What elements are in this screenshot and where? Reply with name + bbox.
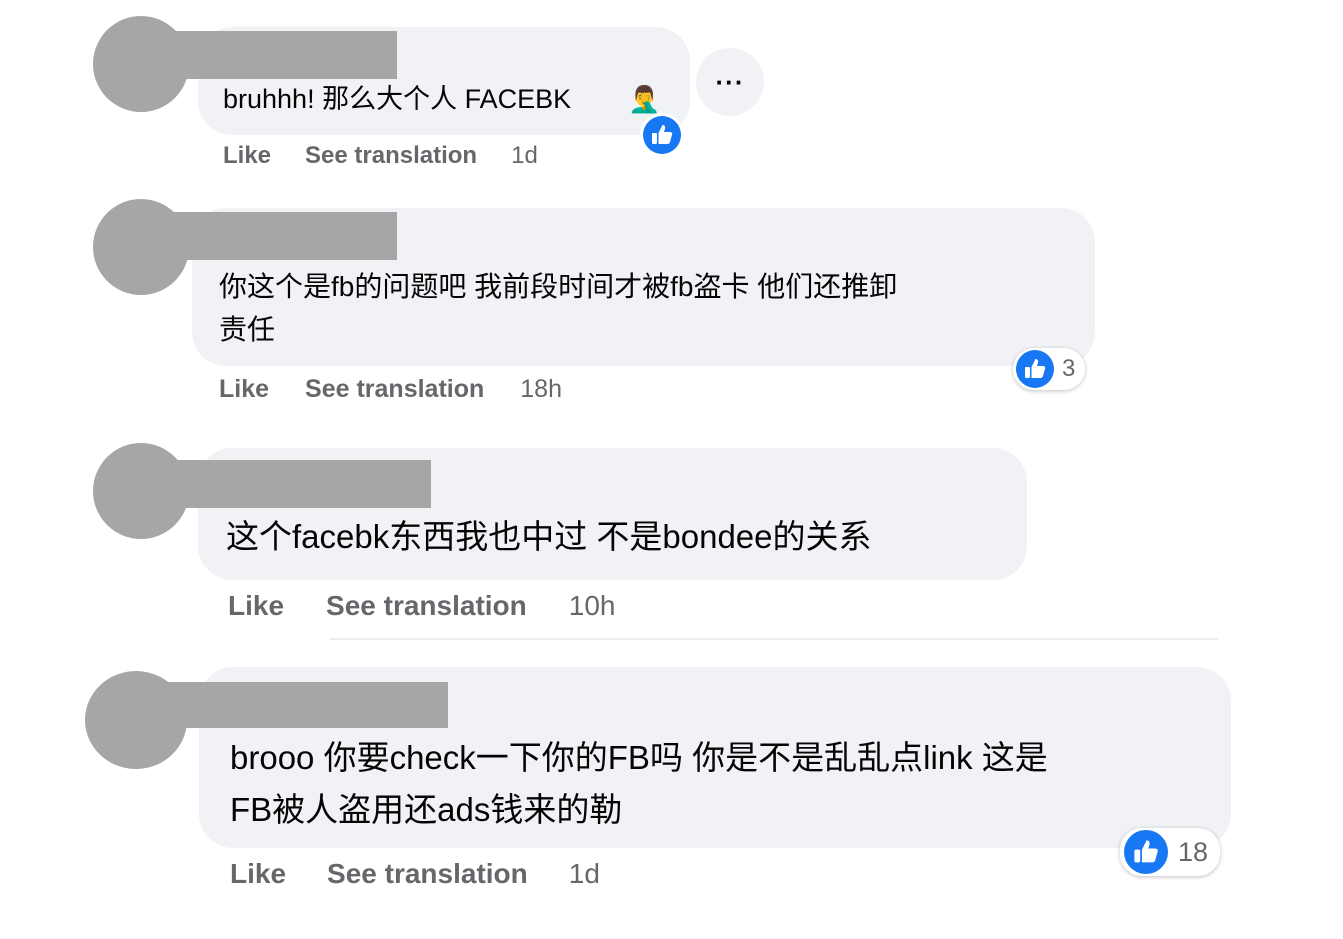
reaction-count[interactable]: 3 [1013, 348, 1086, 390]
author-name-redacted[interactable] [143, 31, 397, 79]
like-button[interactable]: Like [219, 375, 269, 404]
see-translation-link[interactable]: See translation [305, 142, 477, 170]
thumbs-up-icon [1124, 830, 1168, 874]
comment-text: 这个facebk东西我也中过 不是bondee的关系 [226, 518, 872, 555]
like-button[interactable]: Like [228, 590, 284, 622]
author-name-redacted[interactable] [143, 212, 397, 260]
like-button[interactable]: Like [223, 142, 271, 170]
see-translation-link[interactable]: See translation [305, 375, 484, 404]
comment-actions: Like See translation 10h [228, 588, 615, 624]
author-name-redacted[interactable] [143, 460, 431, 508]
author-name-redacted[interactable] [141, 682, 448, 728]
comment-text: 你这个是fb的问题吧 我前段时间才被fb盗卡 他们还推卸 责任 [219, 271, 898, 345]
reaction-count-text: 3 [1062, 355, 1076, 382]
comment-actions: Like See translation 1d [230, 856, 600, 892]
timestamp[interactable]: 1d [569, 858, 600, 890]
comment-text: bruhhh! 那么大个人 FACEBK [223, 84, 572, 114]
see-translation-link[interactable]: See translation [327, 858, 528, 890]
comment-actions: Like See translation 1d [223, 140, 538, 172]
thumbs-up-icon [1016, 350, 1054, 388]
timestamp[interactable]: 18h [520, 375, 562, 404]
like-button[interactable]: Like [230, 858, 286, 890]
facepalm-emoji: 🤦‍♂️ [628, 84, 661, 114]
like-reaction-icon[interactable] [640, 113, 684, 157]
more-options-button[interactable]: ··· [696, 48, 764, 116]
thumbs-up-icon [643, 116, 681, 154]
timestamp[interactable]: 10h [569, 590, 616, 622]
reaction-count-text: 18 [1178, 836, 1209, 867]
comment-text: brooo 你要check一下你的FB吗 你是不是乱乱点link 这是 FB被人… [230, 739, 1048, 828]
thread-divider [330, 638, 1218, 640]
comment-actions: Like See translation 18h [219, 373, 562, 405]
reaction-count[interactable]: 18 [1120, 828, 1221, 876]
see-translation-link[interactable]: See translation [326, 590, 527, 622]
timestamp[interactable]: 1d [511, 142, 538, 170]
